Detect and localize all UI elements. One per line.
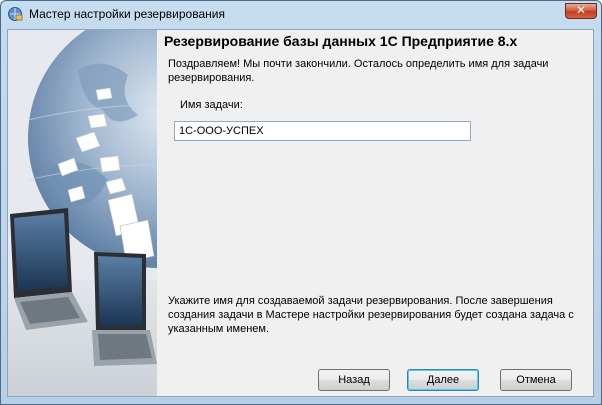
hint-text: Укажите имя для создаваемой задачи резер… [168,295,574,335]
close-button[interactable]: ✕ [565,3,597,19]
wizard-window: Мастер настройки резервирования ✕ Резерв… [0,0,602,405]
next-button[interactable]: Далее [407,369,479,391]
intro-text: Поздравляем! Мы почти закончили. Осталос… [168,58,549,84]
window-title: Мастер настройки резервирования [29,7,225,21]
page-heading: Резервирование базы данных 1С Предприяти… [164,33,518,49]
task-name-input[interactable] [174,121,471,141]
back-button[interactable]: Назад [318,369,390,391]
title-bar[interactable]: Мастер настройки резервирования ✕ [1,1,601,28]
globe-laptops-illustration [8,30,157,396]
task-name-label: Имя задачи: [180,99,243,111]
close-icon: ✕ [575,3,587,17]
wizard-content: Резервирование базы данных 1С Предприяти… [7,29,594,397]
side-illustration [8,30,157,396]
cancel-button[interactable]: Отмена [500,369,572,391]
app-icon [8,7,23,21]
